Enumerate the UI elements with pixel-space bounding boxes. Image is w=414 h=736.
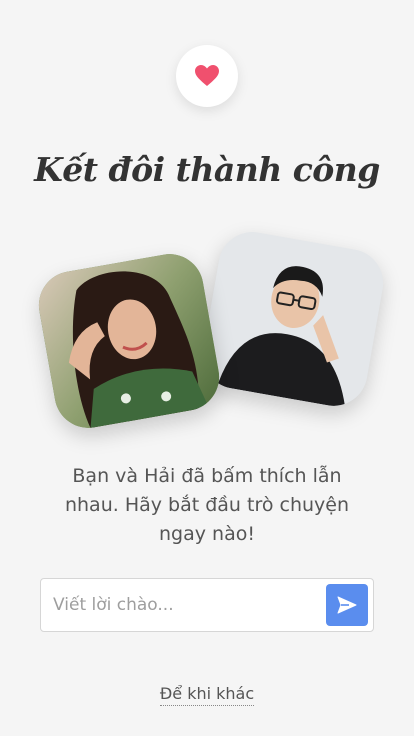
female-photo — [33, 248, 225, 434]
greeting-input[interactable] — [53, 589, 319, 621]
greeting-input-container — [40, 578, 374, 632]
page-title: Kết đôi thành công — [34, 150, 380, 189]
later-link[interactable]: Để khi khác — [159, 684, 255, 706]
match-heart-badge — [176, 45, 238, 107]
later-link-container: Để khi khác — [0, 684, 414, 706]
send-icon — [337, 596, 357, 614]
match-message: Bạn và Hải đã bấm thích lẫn nhau. Hãy bắ… — [64, 465, 350, 545]
send-button[interactable] — [326, 584, 368, 626]
male-photo — [197, 226, 389, 412]
heart-icon — [195, 65, 219, 86]
